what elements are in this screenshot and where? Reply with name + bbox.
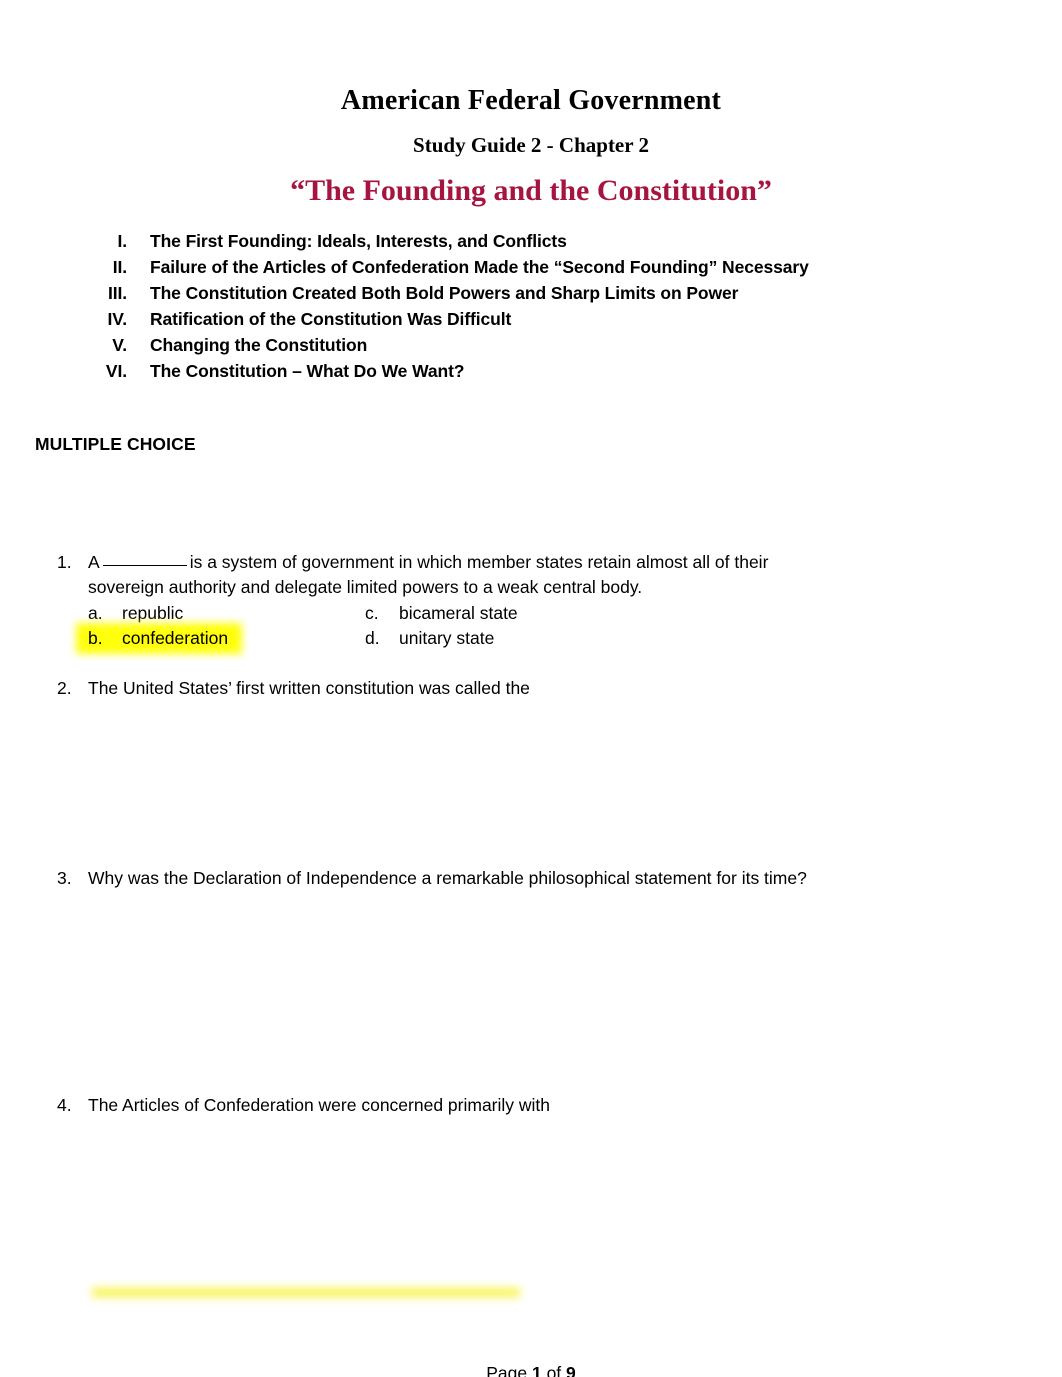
question-text-before-blank: A [88,552,100,572]
outline-item-numeral: IV. [107,309,128,329]
outline-item: V. Changing the Constitution [0,332,1000,358]
page-footer: Page 1 of 9 [0,1362,1062,1377]
question-number: 2. [57,678,72,698]
answer-options-1: a. republic c. bicameral state b. confed… [0,601,1000,654]
chapter-outline-list: I. The First Founding: Ideals, Interests… [0,228,1000,384]
question-text: Why was the Declaration of Independence … [88,868,807,888]
footer-middle: of [541,1363,567,1377]
option-letter: b. [88,628,103,648]
option-label: unitary state [399,628,495,648]
question-text: Ais a system of government in which memb… [88,550,833,600]
outline-item-label: Changing the Constitution [150,335,368,355]
question-number: 3. [57,868,72,888]
option-label: confederation [122,628,229,648]
document-page: American Federal Government Study Guide … [0,0,1062,1377]
outline-item: VI. The Constitution – What Do We Want? [0,358,1000,384]
question-item-2: 2. The United States’ first written cons… [0,676,1000,701]
section-heading-multiple-choice: MULTIPLE CHOICE [35,434,196,454]
outline-item: II. Failure of the Articles of Confedera… [0,254,1000,280]
outline-item-numeral: VI. [105,361,127,381]
outline-item-label: The First Founding: Ideals, Interests, a… [150,231,567,251]
footer-prefix: Page [486,1363,532,1377]
outline-item-numeral: I. [117,231,127,251]
outline-item-numeral: III. [107,283,127,303]
outline-item-label: Ratification of the Constitution Was Dif… [150,309,512,329]
question-number: 4. [57,1095,72,1115]
option-label: bicameral state [399,603,518,623]
outline-item-label: Failure of the Articles of Confederation… [150,257,809,277]
outline-item: IV. Ratification of the Constitution Was… [0,306,1000,332]
fill-in-blank-rule [102,552,187,566]
question-item-3: 3. Why was the Declaration of Independen… [0,866,1000,891]
question-number: 1. [57,552,72,572]
empty-highlight-line [92,1288,520,1297]
option-b[interactable]: b. confederation [0,623,365,654]
outline-item: III. The Constitution Created Both Bold … [0,280,1000,306]
option-c[interactable]: c. bicameral state [365,601,518,626]
question-text-after-blank: is a system of government in which membe… [88,552,769,597]
question-text: The United States’ first written constit… [88,678,530,698]
option-letter: d. [365,628,380,648]
question-item-4: 4. The Articles of Confederation were co… [0,1093,1000,1118]
document-title: American Federal Government [340,85,722,116]
outline-item: I. The First Founding: Ideals, Interests… [0,228,1000,254]
footer-page-number: 1 [531,1363,542,1377]
footer-page-total: 9 [566,1363,576,1377]
question-item-1: 1. Ais a system of government in which m… [0,550,1000,654]
option-d[interactable]: d. unitary state [365,626,494,651]
outline-item-label: The Constitution Created Both Bold Power… [150,283,739,303]
outline-item-numeral: V. [112,335,127,355]
document-chapter-title: “The Founding and the Constitution” [290,174,772,207]
question-text: The Articles of Confederation were conce… [88,1095,551,1115]
outline-item-numeral: II. [112,257,127,277]
option-row: b. confederation d. unitary state [0,623,1000,654]
outline-item-label: The Constitution – What Do We Want? [150,361,465,381]
option-letter: c. [365,603,379,623]
question-list: 1. Ais a system of government in which m… [0,550,1000,1118]
document-subtitle: Study Guide 2 - Chapter 2 [413,133,649,157]
option-b-highlight-wrap: b. confederation [76,623,243,654]
